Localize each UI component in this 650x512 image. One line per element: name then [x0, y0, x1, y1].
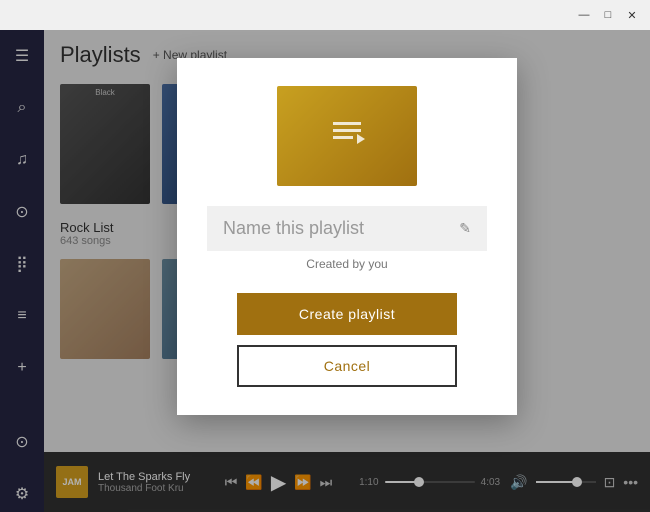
window-controls: — □ ✕	[574, 6, 642, 24]
created-by-label: Created by you	[306, 257, 387, 271]
add-icon[interactable]: +	[4, 350, 40, 386]
create-playlist-modal: Name this playlist ✎ Created by you Crea…	[177, 58, 517, 415]
close-button[interactable]: ✕	[622, 6, 642, 24]
playlist-icon-box	[277, 86, 417, 186]
create-playlist-button[interactable]: Create playlist	[237, 293, 457, 335]
title-bar: — □ ✕	[0, 0, 650, 30]
playlist-name-area[interactable]: Name this playlist ✎	[207, 206, 487, 251]
search-icon[interactable]: ⌕	[4, 90, 40, 126]
music-icon[interactable]: ♫	[4, 142, 40, 178]
content-area: Playlists + New playlist Black Rock List…	[44, 30, 650, 512]
modal-buttons: Create playlist Cancel	[237, 293, 457, 387]
settings-icon[interactable]: ⚙	[4, 476, 40, 512]
list-icon[interactable]: ≡	[4, 298, 40, 334]
modal-icon-area	[177, 58, 517, 206]
menu-icon[interactable]: ☰	[4, 38, 40, 74]
maximize-button[interactable]: □	[598, 6, 618, 24]
cancel-button[interactable]: Cancel	[237, 345, 457, 387]
playlist-name-placeholder: Name this playlist	[223, 218, 459, 239]
recent-icon[interactable]: ⊙	[4, 194, 40, 230]
edit-icon[interactable]: ✎	[459, 220, 471, 237]
user-icon[interactable]: ⊙	[4, 424, 40, 460]
sidebar: ☰ ⌕ ♫ ⊙ ⡿ ≡ + ⊙ ⚙	[0, 30, 44, 512]
playlist-list-icon	[329, 118, 365, 155]
stats-icon[interactable]: ⡿	[4, 246, 40, 282]
minimize-button[interactable]: —	[574, 6, 594, 24]
